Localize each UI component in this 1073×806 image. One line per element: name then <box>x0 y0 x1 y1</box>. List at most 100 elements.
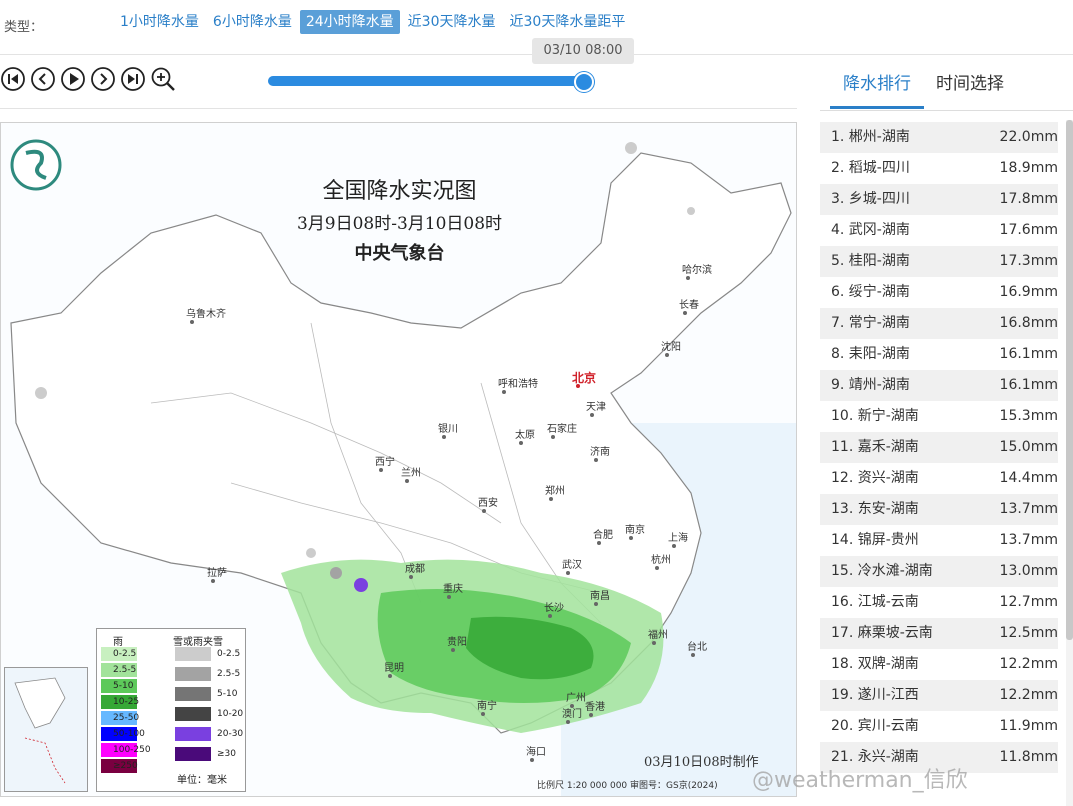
city-marker <box>566 720 570 724</box>
type-tab[interactable]: 24小时降水量 <box>299 10 400 34</box>
city-label: 福州 <box>648 630 668 641</box>
type-tab[interactable]: 近30天降水量 <box>402 10 502 34</box>
ranking-station: 5. 桂阳-湖南 <box>831 253 910 269</box>
ranking-row[interactable]: 17. 麻栗坡-云南 12.5mm <box>820 618 1058 649</box>
city-marker <box>655 566 659 570</box>
ranking-value: 16.8mm <box>999 315 1058 331</box>
time-slider[interactable] <box>268 72 594 92</box>
legend-snow-swatch <box>175 747 211 761</box>
city-label: 贵阳 <box>447 637 467 648</box>
time-slider-fill <box>268 76 584 86</box>
city-marker <box>379 468 383 472</box>
city-label: 长春 <box>679 300 699 311</box>
ranking-station: 11. 嘉禾-湖南 <box>831 439 919 455</box>
city-marker <box>388 674 392 678</box>
ranking-station: 10. 新宁-湖南 <box>831 408 919 424</box>
ranking-row[interactable]: 5. 桂阳-湖南 17.3mm <box>820 246 1058 277</box>
ranking-row[interactable]: 9. 靖州-湖南 16.1mm <box>820 370 1058 401</box>
city-marker <box>629 536 633 540</box>
city-label: 南京 <box>625 525 645 536</box>
type-tabs: 1小时降水量 6小时降水量 24小时降水量 近30天降水量 近30天降水量距平 <box>114 10 631 34</box>
type-tab[interactable]: 6小时降水量 <box>207 10 298 34</box>
city-marker <box>405 479 409 483</box>
ranking-row[interactable]: 20. 宾川-云南 11.9mm <box>820 711 1058 742</box>
play-icon[interactable] <box>60 66 86 92</box>
ranking-value: 17.3mm <box>999 253 1058 269</box>
city-marker <box>530 758 534 762</box>
south-china-sea-inset <box>4 667 88 792</box>
ranking-row[interactable]: 4. 武冈-湖南 17.6mm <box>820 215 1058 246</box>
city-marker <box>551 435 555 439</box>
legend-unit: 单位：毫米 <box>177 775 227 786</box>
ranking-value: 11.9mm <box>999 718 1058 734</box>
type-tab[interactable]: 1小时降水量 <box>114 10 205 34</box>
city-marker <box>683 311 687 315</box>
ranking-station: 1. 郴州-湖南 <box>831 129 910 145</box>
city-label: 郑州 <box>545 486 565 497</box>
active-tab-indicator <box>830 106 924 109</box>
ranking-row[interactable]: 12. 资兴-湖南 14.4mm <box>820 463 1058 494</box>
city-label: 澳门 <box>562 709 582 720</box>
ranking-station: 16. 江城-云南 <box>831 594 919 610</box>
ranking-row[interactable]: 18. 双牌-湖南 12.2mm <box>820 649 1058 680</box>
city-label: 拉萨 <box>207 568 227 579</box>
city-label: 上海 <box>668 533 688 544</box>
ranking-row[interactable]: 6. 绥宁-湖南 16.9mm <box>820 277 1058 308</box>
city-label: 昆明 <box>384 663 404 674</box>
side-panel: 降水排行 时间选择 1. 郴州-湖南 22.0mm 2. 稻城-四川 18.9mm 3.… <box>820 56 1073 806</box>
legend-rain-label: 0-2.5 <box>113 649 137 659</box>
scrollbar-thumb[interactable] <box>1066 120 1073 640</box>
next-icon[interactable] <box>90 66 116 92</box>
ranking-station: 9. 靖州-湖南 <box>831 377 910 393</box>
zoom-in-icon[interactable] <box>150 66 176 92</box>
skip-start-icon[interactable] <box>0 66 26 92</box>
legend-snow-label: 10-20 <box>217 709 244 719</box>
legend-snow-label: 0-2.5 <box>217 649 241 659</box>
city-label: 南宁 <box>477 701 497 712</box>
ranking-row[interactable]: 11. 嘉禾-湖南 15.0mm <box>820 432 1058 463</box>
city-label: 西安 <box>478 498 498 509</box>
tab-time-select[interactable]: 时间选择 <box>936 69 1004 94</box>
city-marker <box>190 320 194 324</box>
ranking-value: 13.0mm <box>999 563 1058 579</box>
city-marker <box>211 579 215 583</box>
ranking-station: 19. 遂川-江西 <box>831 687 919 703</box>
city-marker <box>566 571 570 575</box>
city-marker <box>594 602 598 606</box>
scrollbar[interactable] <box>1066 120 1073 806</box>
map-title: 全国降水实况图 <box>322 179 477 204</box>
skip-end-icon[interactable] <box>120 66 146 92</box>
city-marker <box>482 509 486 513</box>
ranking-row[interactable]: 2. 稻城-四川 18.9mm <box>820 153 1058 184</box>
city-label: 香港 <box>585 702 605 713</box>
ranking-row[interactable]: 7. 常宁-湖南 16.8mm <box>820 308 1058 339</box>
legend-rain-label: 100-250 <box>113 745 151 755</box>
legend-snow-swatch <box>175 687 211 701</box>
legend-snow-label: ≥30 <box>217 749 236 759</box>
tab-ranking[interactable]: 降水排行 <box>843 69 911 94</box>
ranking-station: 20. 宾川-云南 <box>831 718 919 734</box>
city-label: 重庆 <box>443 584 463 595</box>
legend-snow-label: 5-10 <box>217 689 238 699</box>
city-marker <box>576 384 580 388</box>
city-label: 兰州 <box>401 468 421 479</box>
ranking-row[interactable]: 3. 乡城-四川 17.8mm <box>820 184 1058 215</box>
ranking-row[interactable]: 15. 冷水滩-湖南 13.0mm <box>820 556 1058 587</box>
city-marker <box>451 648 455 652</box>
ranking-row[interactable]: 8. 耒阳-湖南 16.1mm <box>820 339 1058 370</box>
time-slider-handle[interactable] <box>574 72 594 92</box>
ranking-row[interactable]: 13. 东安-湖南 13.7mm <box>820 494 1058 525</box>
ranking-row[interactable]: 10. 新宁-湖南 15.3mm <box>820 401 1058 432</box>
ranking-row[interactable]: 19. 遂川-江西 12.2mm <box>820 680 1058 711</box>
city-marker <box>447 595 451 599</box>
type-tab[interactable]: 近30天降水量距平 <box>504 10 632 34</box>
city-marker <box>549 497 553 501</box>
ranking-row[interactable]: 1. 郴州-湖南 22.0mm <box>820 122 1058 153</box>
legend-rain-label: 5-10 <box>113 681 134 691</box>
ranking-row[interactable]: 16. 江城-云南 12.7mm <box>820 587 1058 618</box>
ranking-value: 11.8mm <box>999 749 1058 765</box>
ranking-row[interactable]: 14. 锦屏-贵州 13.7mm <box>820 525 1058 556</box>
prev-icon[interactable] <box>30 66 56 92</box>
precipitation-map[interactable]: 全国降水实况图 3月9日08时-3月10日08时 中央气象台 乌鲁木齐 哈尔滨 长春… <box>0 122 797 797</box>
legend-rain-label: 2.5-5 <box>113 665 137 675</box>
